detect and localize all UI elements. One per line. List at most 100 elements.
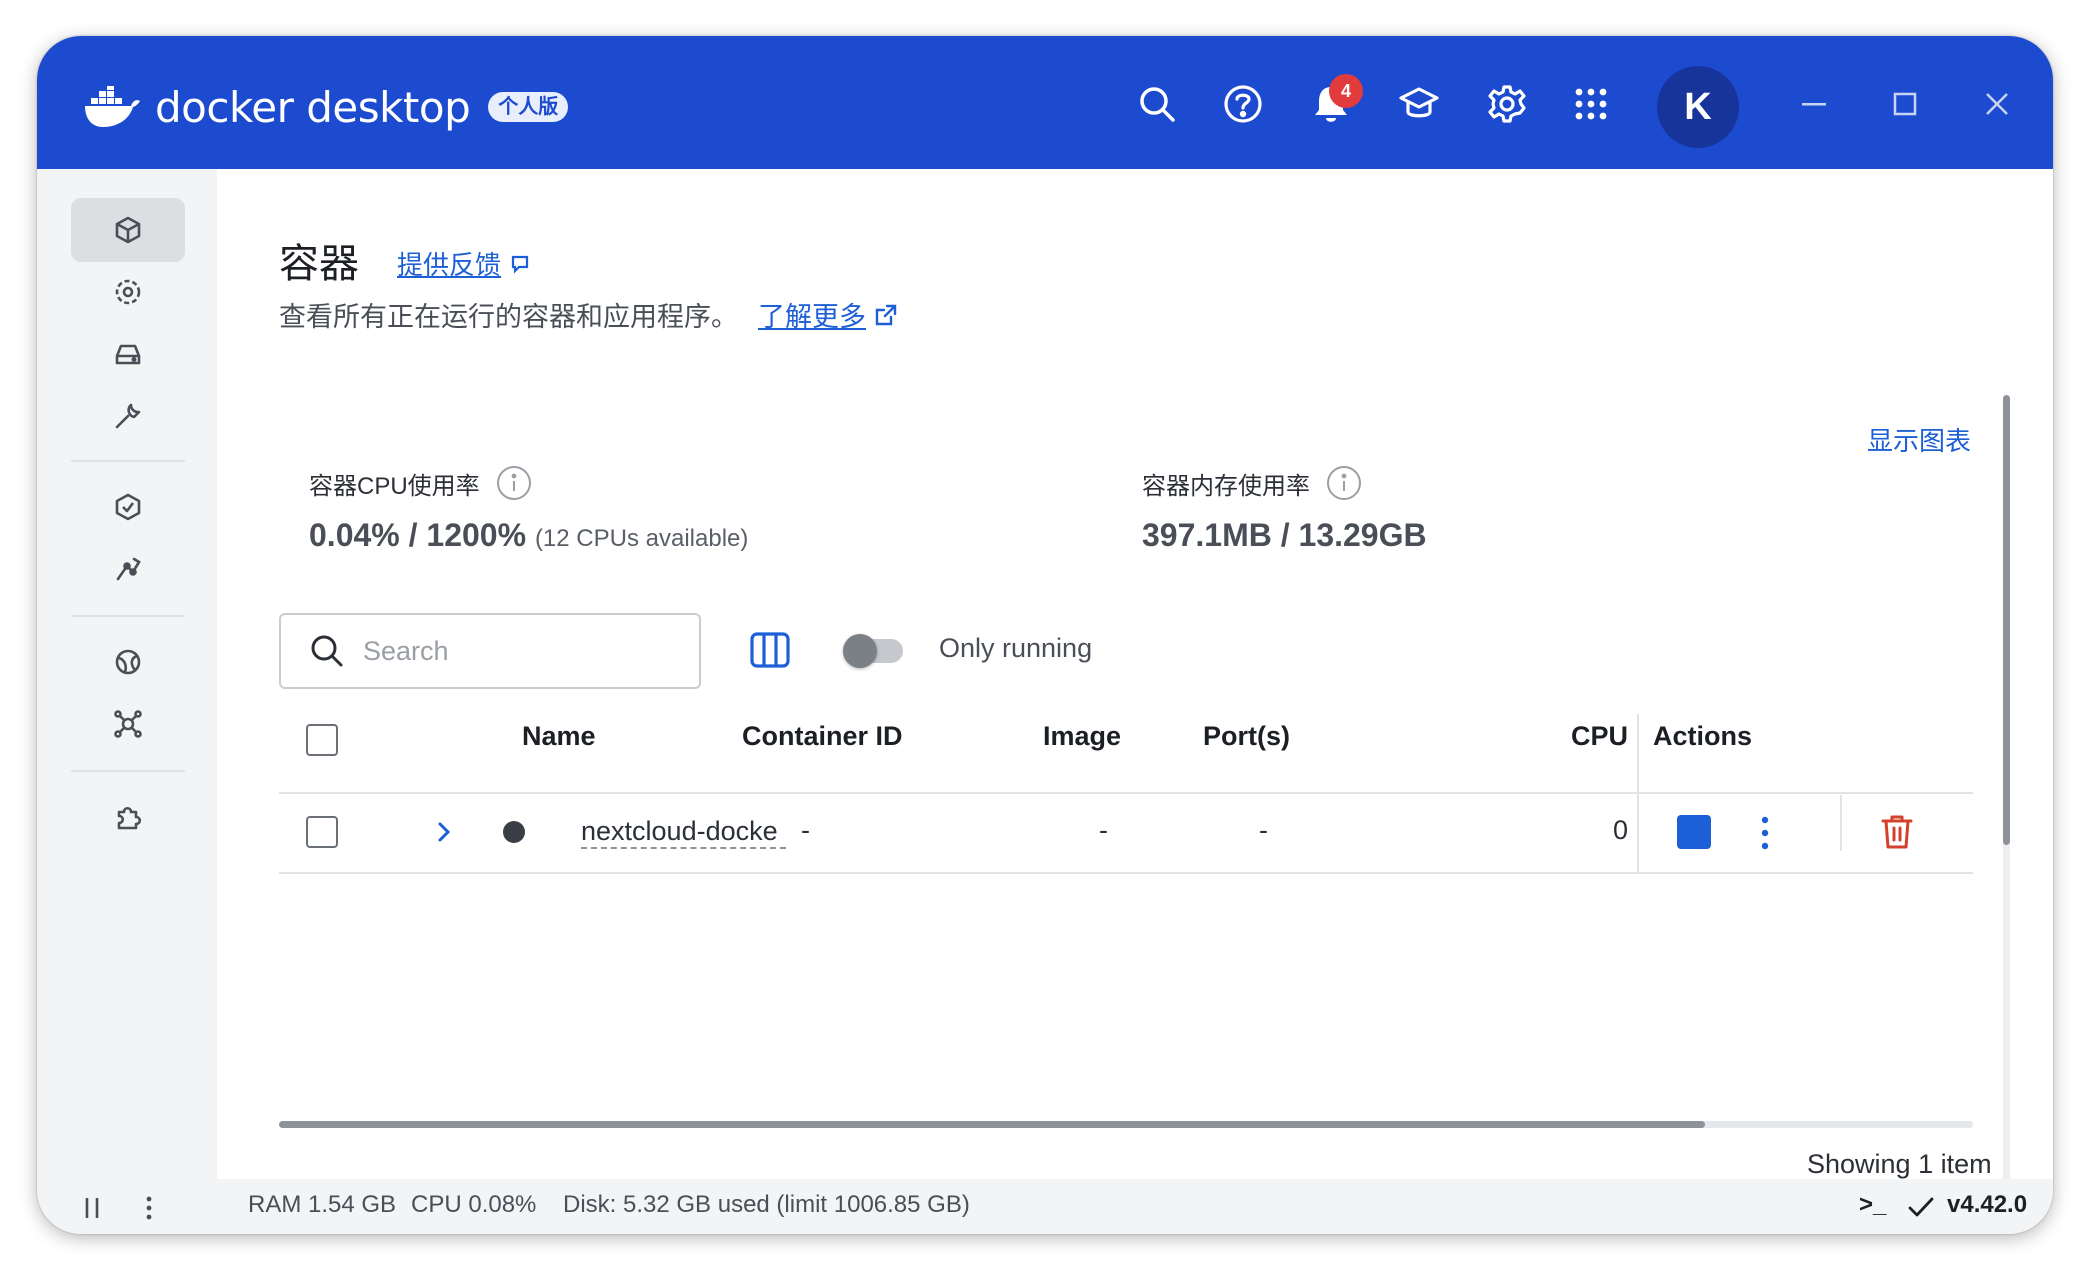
docker-hub-icon [115,649,141,675]
info-icon[interactable] [496,465,532,501]
notification-count-badge: 4 [1329,74,1363,108]
help-icon [1224,85,1262,123]
column-header-container-id[interactable]: Container ID [742,721,903,752]
status-bar: RAM 1.54 GB CPU 0.08% Disk: 5.32 GB used… [37,1179,2053,1234]
select-all-checkbox[interactable] [306,724,338,756]
header-divider [279,792,1973,794]
pause-icon[interactable] [79,1195,105,1221]
volumes-icon [115,344,141,365]
cpu-cell: 0 [1613,815,1629,845]
memory-usage-label-text: 容器内存使用率 [1142,472,1310,500]
row-divider [279,872,1973,874]
builds-icon [115,403,141,429]
showing-count: Showing 1 item [1807,1149,1992,1179]
learn-more-link[interactable]: 了解更多 [758,295,898,334]
notifications-button[interactable]: 4 [1307,74,1363,128]
search-input[interactable] [363,635,683,667]
version-label: v4.42.0 [1947,1191,2028,1218]
feedback-link-label: 提供反馈 [397,250,502,280]
more-options-icon[interactable] [1747,813,1783,853]
sidebar-divider [71,615,185,617]
check-icon [1908,1197,1934,1217]
info-icon[interactable] [1326,465,1362,501]
help-button[interactable] [1219,80,1267,128]
vertical-scrollbar-thumb[interactable] [2003,395,2010,845]
extensions-icon [117,806,142,830]
column-header-ports[interactable]: Port(s) [1203,721,1290,752]
ram-usage: RAM 1.54 GB [248,1191,397,1218]
column-header-name[interactable]: Name [522,721,596,752]
more-vertical-icon[interactable] [141,1194,157,1222]
sidebar-item-builds[interactable] [71,384,185,448]
cpu-usage-value-text: 0.04% / 1200% [309,517,527,553]
sidebar [37,169,217,1179]
edition-badge: 个人版 [488,92,569,122]
disk-usage: Disk: 5.32 GB used (limit 1006.85 GB) [563,1191,970,1218]
sidebar-item-volumes[interactable] [71,322,185,386]
terminal-button[interactable]: >_ [1859,1191,1886,1219]
search-icon [1140,87,1175,122]
close-icon [1986,93,2008,115]
horizontal-scrollbar[interactable] [279,1121,1973,1128]
actions-column-divider [1637,714,1639,874]
columns-icon [750,632,790,668]
column-header-image[interactable]: Image [1043,721,1121,752]
page-subtitle-text: 查看所有正在运行的容器和应用程序。 [279,302,738,332]
chevron-right-icon[interactable] [431,819,457,845]
container-name-link[interactable]: nextcloud-docke [581,815,786,849]
sidebar-item-images[interactable] [71,260,185,324]
learning-center-button[interactable] [1395,80,1443,128]
search-button[interactable] [1133,80,1181,128]
only-running-label: Only running [939,633,1093,663]
brand-logo: docker desktop 个人版 [83,82,569,132]
memory-usage-value: 397.1MB / 13.29GB [1142,517,1427,553]
page-subtitle: 查看所有正在运行的容器和应用程序。 了解更多 [279,295,898,334]
row-checkbox[interactable] [306,816,338,848]
search-field[interactable] [279,613,701,689]
main-content: 容器 提供反馈 查看所有正在运行的容器和应用程序。 了解更多 容器CPU使用率 [217,169,2053,1203]
chat-bubble-icon [511,255,529,274]
models-icon [116,557,141,581]
sidebar-divider [71,770,185,772]
toggle-knob [843,634,877,668]
column-settings-button[interactable] [745,625,795,675]
memory-usage-label: 容器内存使用率 [1142,465,1362,501]
sidebar-item-docker-hub[interactable] [71,630,185,694]
title-bar: docker desktop 个人版 4 K [37,36,2053,169]
ports-cell: - [1259,815,1268,845]
user-avatar[interactable]: K [1657,66,1739,148]
sidebar-item-docker-scout[interactable] [71,475,185,539]
close-button[interactable] [1972,82,2022,126]
cpu-available-text: (12 CPUs available) [534,525,749,552]
apps-grid-icon [1575,88,1607,120]
horizontal-scrollbar-thumb[interactable] [279,1121,1705,1128]
trash-icon[interactable] [1879,813,1915,851]
sidebar-item-containers[interactable] [71,198,185,262]
docker-whale-icon [85,86,140,127]
cpu-usage: CPU 0.08% [411,1191,537,1218]
learning-center-icon [1399,87,1439,118]
column-header-actions: Actions [1653,721,1753,751]
stop-button[interactable] [1677,815,1711,849]
maximize-button[interactable] [1880,82,1930,126]
mcp-toolkit-icon [114,710,142,738]
sidebar-item-mcp-toolkit[interactable] [71,692,185,756]
docker-desktop-window: docker desktop 个人版 4 K 容器 提供反馈 查看所有正在运行的… [37,36,2053,1234]
settings-button[interactable] [1483,80,1531,128]
sidebar-item-extensions[interactable] [71,785,185,849]
show-chart-link[interactable]: 显示图表 [1867,421,1971,458]
image-cell: - [1099,815,1108,845]
only-running-toggle[interactable] [843,634,903,668]
apps-grid-button[interactable] [1567,80,1615,128]
cpu-usage-label-text: 容器CPU使用率 [309,472,480,500]
containers-icon [115,216,141,244]
external-link-icon [875,304,897,325]
column-header-cpu[interactable]: CPU [1571,721,1629,752]
sidebar-item-models[interactable] [71,537,185,601]
docker-scout-icon [115,493,141,521]
feedback-link[interactable]: 提供反馈 [397,245,533,282]
container-status-dot [503,821,525,843]
cpu-usage-value: 0.04% / 1200% (12 CPUs available) [309,517,748,554]
search-icon [311,635,343,667]
minimize-button[interactable] [1789,82,1839,126]
